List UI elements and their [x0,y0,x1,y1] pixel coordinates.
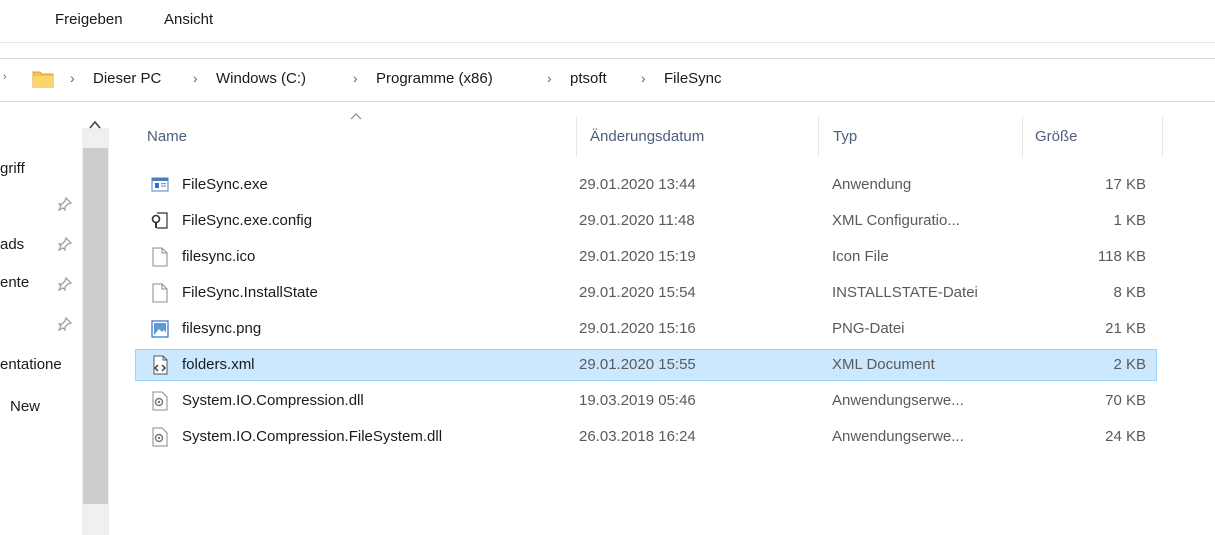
folder-icon [32,71,54,88]
pin-icon[interactable] [57,276,73,292]
file-type: Anwendungserwe... [832,392,964,409]
breadcrumb-windows-c[interactable]: Windows (C:) [216,70,306,87]
breadcrumb-separator-icon[interactable]: › [353,70,358,86]
nav-item-downloads[interactable]: ads [0,236,40,253]
column-header-name[interactable]: Name [147,128,187,145]
nav-item-dokumente[interactable]: ente [0,274,40,291]
address-bar[interactable]: › › Dieser PC › Windows (C:) › Programme… [0,58,1215,102]
file-name: System.IO.Compression.FileSystem.dll [182,428,443,445]
file-type: INSTALLSTATE-Datei [832,284,978,301]
breadcrumb-programme-x86[interactable]: Programme (x86) [376,70,493,87]
file-size: 1 KB [1113,212,1146,229]
file-row-selected[interactable]: folders.xml 29.01.2020 15:55 XML Documen… [135,349,1157,381]
file-date: 19.03.2019 05:46 [579,392,696,409]
file-date: 29.01.2020 15:55 [579,356,696,373]
sort-ascending-icon [350,113,362,120]
nav-item-praesentationen[interactable]: entatione [0,356,82,373]
pin-icon[interactable] [57,196,73,212]
file-name: folders.xml [182,356,255,373]
file-date: 29.01.2020 15:54 [579,284,696,301]
file-date: 29.01.2020 11:48 [579,212,695,229]
file-row[interactable]: System.IO.Compression.dll 19.03.2019 05:… [136,386,1156,416]
nav-item-new[interactable]: New [10,398,90,415]
breadcrumb-separator-icon[interactable]: › [641,70,646,86]
back-chevron-icon[interactable]: › [3,71,7,83]
ribbon-divider [0,42,1215,43]
file-name: FileSync.exe.config [182,212,313,229]
dll-icon [152,427,168,447]
breadcrumb-separator-icon[interactable]: › [70,70,75,86]
config-icon [151,212,168,229]
breadcrumb-separator-icon[interactable]: › [547,70,552,86]
file-name: System.IO.Compression.dll [182,392,364,409]
file-row[interactable]: System.IO.Compression.FileSystem.dll 26.… [136,422,1156,452]
file-size: 70 KB [1105,392,1146,409]
file-type: PNG-Datei [832,320,905,337]
exe-icon [151,177,169,192]
file-name: filesync.ico [182,248,256,265]
file-icon [152,247,168,267]
file-name: FileSync.exe [182,176,268,193]
file-date: 26.03.2018 16:24 [579,428,696,445]
file-row[interactable]: FileSync.exe 29.01.2020 13:44 Anwendung … [136,170,1156,200]
scroll-up-arrow-icon[interactable] [87,118,103,132]
file-date: 29.01.2020 15:16 [579,320,696,337]
column-divider[interactable] [1162,117,1163,157]
file-size: 2 KB [1113,356,1146,373]
file-type: Anwendung [832,176,912,193]
file-type: XML Document [832,356,935,373]
ribbon-tab-ansicht[interactable]: Ansicht [164,11,213,28]
file-size: 118 KB [1097,248,1146,265]
xml-icon [153,355,168,375]
file-size: 21 KB [1105,320,1146,337]
column-header-type[interactable]: Typ [833,128,857,145]
file-size: 24 KB [1105,428,1146,445]
file-type: XML Configuratio... [832,212,960,229]
file-name: filesync.png [182,320,262,337]
file-type: Icon File [832,248,889,265]
file-row[interactable]: FileSync.exe.config 29.01.2020 11:48 XML… [136,206,1156,236]
file-size: 8 KB [1113,284,1146,301]
column-header-size[interactable]: Größe [1035,128,1078,145]
file-icon [152,283,168,303]
dll-icon [152,391,168,411]
column-divider[interactable] [818,117,819,157]
breadcrumb-filesync[interactable]: FileSync [664,70,722,87]
column-header-date[interactable]: Änderungsdatum [590,128,704,145]
file-row[interactable]: filesync.ico 29.01.2020 15:19 Icon File … [136,242,1156,272]
ribbon-tab-freigeben[interactable]: Freigeben [55,11,123,28]
breadcrumb-separator-icon[interactable]: › [193,70,198,86]
file-type: Anwendungserwe... [832,428,964,445]
image-icon [151,320,169,338]
file-date: 29.01.2020 13:44 [579,176,696,193]
breadcrumb-dieser-pc[interactable]: Dieser PC [93,70,161,87]
breadcrumb-ptsoft[interactable]: ptsoft [570,70,607,87]
file-row[interactable]: filesync.png 29.01.2020 15:16 PNG-Datei … [136,314,1156,344]
column-divider[interactable] [1022,117,1023,157]
ribbon: Freigeben Ansicht [0,0,1215,42]
pin-icon[interactable] [57,236,73,252]
file-name: FileSync.InstallState [182,284,318,301]
nav-scrollbar-thumb[interactable] [83,148,108,504]
column-divider[interactable] [576,117,577,157]
pin-icon[interactable] [57,316,73,332]
file-date: 29.01.2020 15:19 [579,248,696,265]
file-row[interactable]: FileSync.InstallState 29.01.2020 15:54 I… [136,278,1156,308]
file-size: 17 KB [1105,176,1146,193]
nav-item-schnellzugriff[interactable]: griff [0,160,80,177]
